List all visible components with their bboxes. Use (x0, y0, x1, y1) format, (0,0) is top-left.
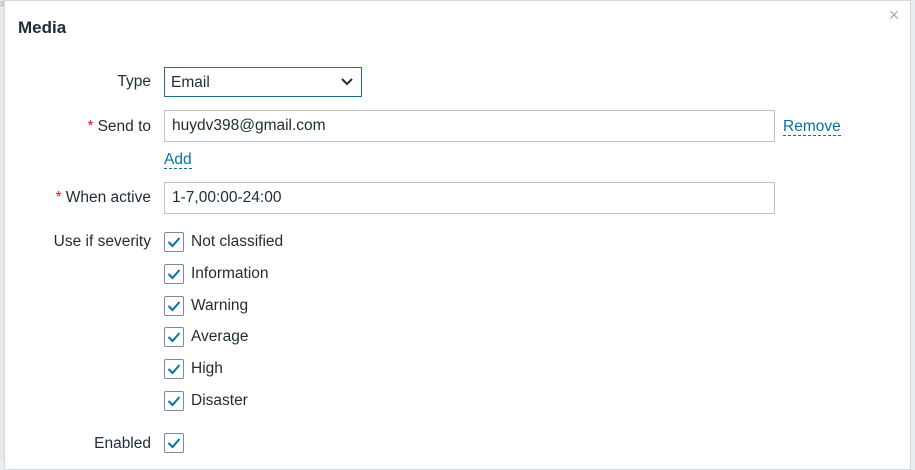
media-dialog: Media × Type Email * Send to huydv398@gma… (4, 0, 911, 470)
enabled-label-text: Enabled (94, 435, 151, 452)
checkmark-icon (167, 396, 181, 407)
remove-link[interactable]: Remove (783, 118, 841, 136)
severity-label-text: Use if severity (53, 233, 151, 250)
type-select[interactable]: Email (164, 67, 362, 97)
checkmark-icon (167, 438, 181, 449)
severity-option-warning[interactable]: Warning (164, 295, 248, 317)
required-mark: * (87, 118, 94, 135)
checkbox[interactable] (164, 359, 184, 379)
checkmark-icon (167, 364, 181, 375)
severity-option-information[interactable]: Information (164, 263, 269, 285)
checkmark-icon (167, 269, 181, 280)
when-active-label: * When active (5, 189, 151, 207)
dialog-title: Media (18, 18, 67, 37)
type-label-text: Type (117, 73, 151, 90)
checkbox-label: Disaster (191, 392, 248, 409)
enabled-label: Enabled (5, 435, 151, 453)
checkbox[interactable] (164, 327, 184, 347)
type-select-value: Email (171, 74, 210, 91)
checkbox[interactable] (164, 391, 184, 411)
chevron-down-icon (341, 78, 353, 86)
send-to-label: * Send to (5, 118, 151, 136)
severity-option-disaster[interactable]: Disaster (164, 390, 248, 412)
checkmark-icon (167, 237, 181, 248)
severity-option-high[interactable]: High (164, 358, 223, 380)
type-label: Type (5, 73, 151, 91)
when-active-input[interactable]: 1-7,00:00-24:00 (164, 182, 775, 214)
severity-label: Use if severity (5, 233, 151, 251)
enabled-option[interactable] (164, 432, 184, 454)
required-mark: * (55, 189, 62, 206)
add-link[interactable]: Add (164, 151, 192, 169)
checkbox[interactable] (164, 264, 184, 284)
checkbox-label: Warning (191, 297, 249, 314)
close-icon[interactable]: × (886, 6, 902, 24)
checkbox-label: High (191, 360, 223, 377)
checkmark-icon (167, 301, 181, 312)
severity-option-not-classified[interactable]: Not classified (164, 231, 283, 253)
checkbox-label: Not classified (191, 233, 284, 250)
checkbox-label: Average (191, 328, 249, 345)
checkmark-icon (167, 332, 181, 343)
enabled-checkbox[interactable] (164, 433, 184, 453)
severity-option-average[interactable]: Average (164, 326, 248, 348)
checkbox-label: Information (191, 265, 269, 282)
checkbox[interactable] (164, 232, 184, 252)
send-to-label-text: Send to (97, 118, 151, 135)
checkbox[interactable] (164, 296, 184, 316)
send-to-input[interactable]: huydv398@gmail.com (164, 110, 775, 142)
when-active-label-text: When active (65, 189, 151, 206)
